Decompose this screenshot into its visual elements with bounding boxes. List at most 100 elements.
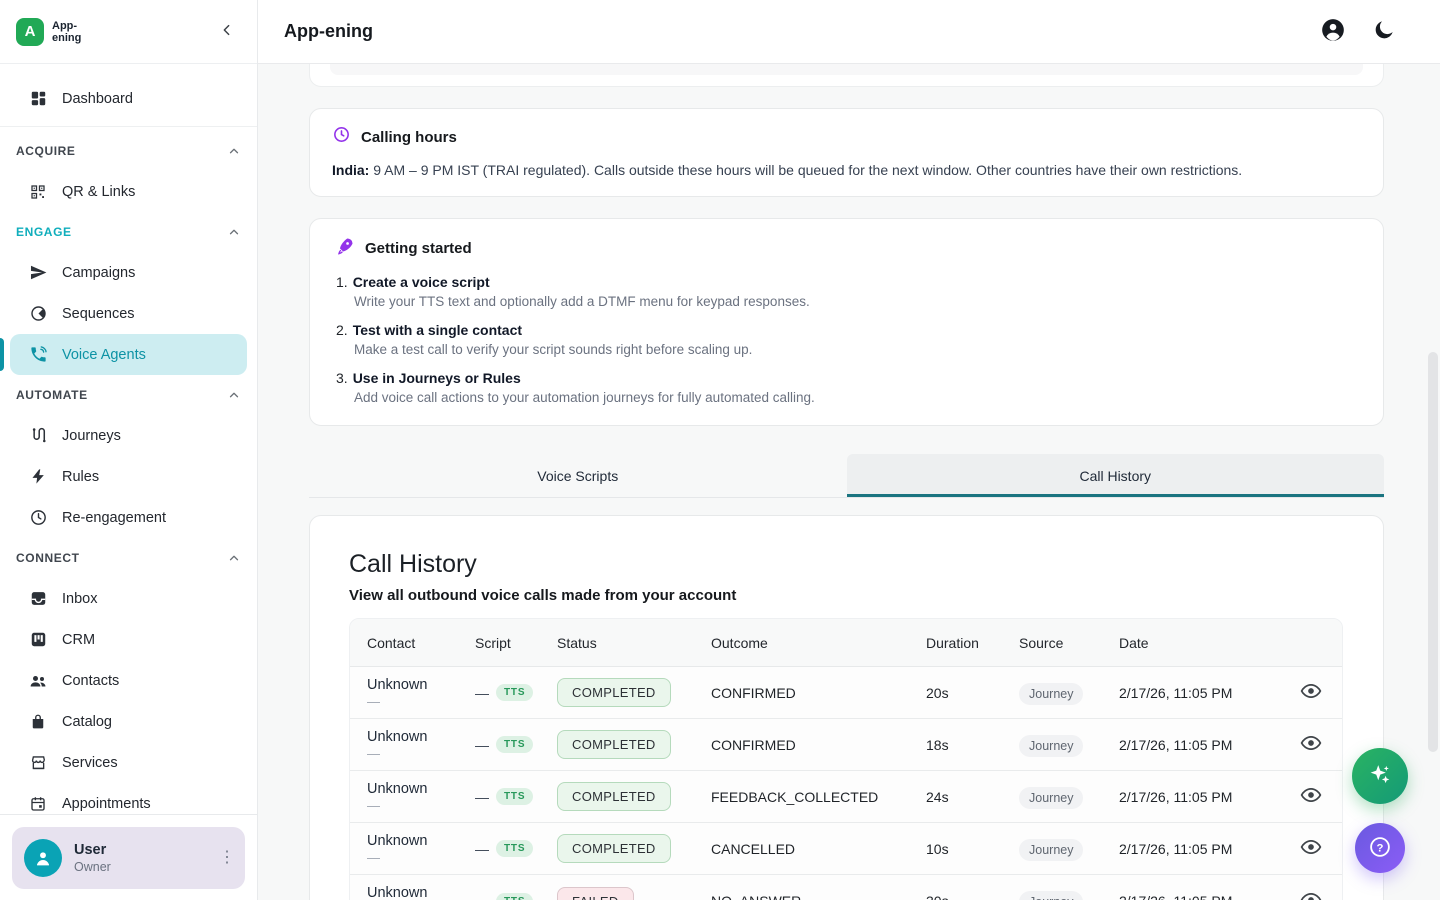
active-indicator xyxy=(0,338,4,371)
view-call-button[interactable] xyxy=(1300,784,1322,809)
sidebar-footer: User Owner ⋮ xyxy=(0,814,257,900)
chevron-up-icon xyxy=(227,225,241,239)
sidebar-item-crm[interactable]: CRM xyxy=(10,619,247,660)
date-cell: 2/17/26, 11:05 PM xyxy=(1119,737,1279,753)
app-logo-text: App- ening xyxy=(52,20,81,44)
moon-icon xyxy=(1372,18,1396,45)
outcome-cell: CONFIRMED xyxy=(711,685,926,701)
ai-assistant-button[interactable] xyxy=(1352,748,1408,804)
bolt-icon xyxy=(28,467,48,487)
tts-badge: TTS xyxy=(496,736,533,753)
sidebar-item-label: Rules xyxy=(62,469,99,485)
sidebar-item-re-engagement[interactable]: Re-engagement xyxy=(10,497,247,538)
dashboard-icon xyxy=(28,89,48,109)
help-icon: ? xyxy=(1367,834,1393,863)
sidebar-item-journeys[interactable]: Journeys xyxy=(10,415,247,456)
chevron-up-icon xyxy=(227,388,241,402)
duration-cell: 20s xyxy=(926,685,1019,701)
sidebar-item-qr-links[interactable]: QR & Links xyxy=(10,171,247,212)
view-call-button[interactable] xyxy=(1300,836,1322,861)
eye-icon xyxy=(1300,732,1322,757)
sparkles-icon xyxy=(1366,761,1394,792)
sidebar-item-inbox[interactable]: Inbox xyxy=(10,578,247,619)
tts-badge: TTS xyxy=(496,840,533,857)
storefront-icon xyxy=(28,753,48,773)
date-cell: 2/17/26, 11:05 PM xyxy=(1119,841,1279,857)
sidebar-item-services[interactable]: Services xyxy=(10,742,247,783)
account-button[interactable] xyxy=(1320,17,1346,46)
tab-call-history[interactable]: Call History xyxy=(847,454,1385,497)
getting-started-step: 1.Create a voice script Write your TTS t… xyxy=(336,274,1361,309)
view-call-button[interactable] xyxy=(1300,889,1322,900)
getting-started-step: 3.Use in Journeys or Rules Add voice cal… xyxy=(336,370,1361,405)
sidebar-item-contacts[interactable]: Contacts xyxy=(10,660,247,701)
user-menu-button[interactable]: ⋮ xyxy=(219,850,235,866)
sidebar-item-label: Re-engagement xyxy=(62,510,166,526)
calendar-icon xyxy=(28,794,48,814)
dark-mode-toggle[interactable] xyxy=(1372,18,1396,45)
source-badge: Journey xyxy=(1019,735,1083,757)
view-call-button[interactable] xyxy=(1300,732,1322,757)
tts-badge: TTS xyxy=(496,893,533,900)
page-title: App-ening xyxy=(284,21,373,42)
user-card[interactable]: User Owner ⋮ xyxy=(12,827,245,889)
table-row: Unknown— —TTS COMPLETED FEEDBACK_COLLECT… xyxy=(350,771,1342,823)
sidebar-item-label: Campaigns xyxy=(62,265,135,281)
journeys-icon xyxy=(28,426,48,446)
tab-voice-scripts[interactable]: Voice Scripts xyxy=(309,454,847,497)
sidebar-item-dashboard[interactable]: Dashboard xyxy=(10,78,247,119)
section-header-connect[interactable]: CONNECT xyxy=(0,538,257,578)
sidebar-item-label: CRM xyxy=(62,632,95,648)
eye-icon xyxy=(1300,784,1322,809)
duration-cell: 30s xyxy=(926,893,1019,900)
duration-cell: 24s xyxy=(926,789,1019,805)
sidebar-item-sequences[interactable]: Sequences xyxy=(10,293,247,334)
clock-icon xyxy=(28,508,48,528)
kanban-icon xyxy=(28,630,48,650)
sidebar-item-voice-agents[interactable]: Voice Agents xyxy=(10,334,247,375)
people-icon xyxy=(28,671,48,691)
getting-started-card: Getting started 1.Create a voice script … xyxy=(309,218,1384,426)
sidebar-collapse-button[interactable] xyxy=(215,20,239,44)
sidebar-item-appointments[interactable]: Appointments xyxy=(10,783,247,814)
sidebar-nav: Dashboard ACQUIRE QR & Links ENGAGE xyxy=(0,64,257,814)
getting-started-title: Getting started xyxy=(365,240,472,257)
outcome-cell: NO_ANSWER xyxy=(711,893,926,900)
call-history-title: Call History xyxy=(349,550,1343,579)
view-call-button[interactable] xyxy=(1300,680,1322,705)
section-header-engage[interactable]: ENGAGE xyxy=(0,212,257,252)
status-badge: COMPLETED xyxy=(557,782,671,811)
person-circle-icon xyxy=(1320,17,1346,46)
source-badge: Journey xyxy=(1019,891,1083,900)
scrollbar-thumb[interactable] xyxy=(1428,352,1438,752)
sidebar-item-campaigns[interactable]: Campaigns xyxy=(10,252,247,293)
tts-badge: TTS xyxy=(496,684,533,701)
section-header-automate[interactable]: AUTOMATE xyxy=(0,375,257,415)
svg-text:?: ? xyxy=(1377,842,1384,854)
outcome-cell: CONFIRMED xyxy=(711,737,926,753)
sidebar-item-catalog[interactable]: Catalog xyxy=(10,701,247,742)
scrolled-card-bottom xyxy=(309,64,1384,87)
main-area: App-ening xyxy=(258,0,1440,900)
page-content: Calling hours India: 9 AM – 9 PM IST (TR… xyxy=(258,64,1440,900)
date-cell: 2/17/26, 11:05 PM xyxy=(1119,789,1279,805)
duration-cell: 10s xyxy=(926,841,1019,857)
status-badge: COMPLETED xyxy=(557,730,671,759)
eye-icon xyxy=(1300,836,1322,861)
status-badge: COMPLETED xyxy=(557,678,671,707)
outcome-cell: FEEDBACK_COLLECTED xyxy=(711,789,926,805)
sidebar-header: A App- ening xyxy=(0,0,257,64)
tts-badge: TTS xyxy=(496,788,533,805)
table-header: Contact Script Status Outcome Duration S… xyxy=(350,619,1342,667)
tab-bar: Voice Scripts Call History xyxy=(309,454,1384,498)
sidebar-item-label: Inbox xyxy=(62,591,97,607)
getting-started-step: 2.Test with a single contact Make a test… xyxy=(336,322,1361,357)
eye-icon xyxy=(1300,680,1322,705)
more-vertical-icon: ⋮ xyxy=(219,849,235,866)
send-icon xyxy=(28,263,48,283)
help-button[interactable]: ? xyxy=(1355,823,1405,873)
sidebar-item-rules[interactable]: Rules xyxy=(10,456,247,497)
calling-hours-title: Calling hours xyxy=(361,129,457,146)
section-header-acquire[interactable]: ACQUIRE xyxy=(0,131,257,171)
outcome-cell: CANCELLED xyxy=(711,841,926,857)
